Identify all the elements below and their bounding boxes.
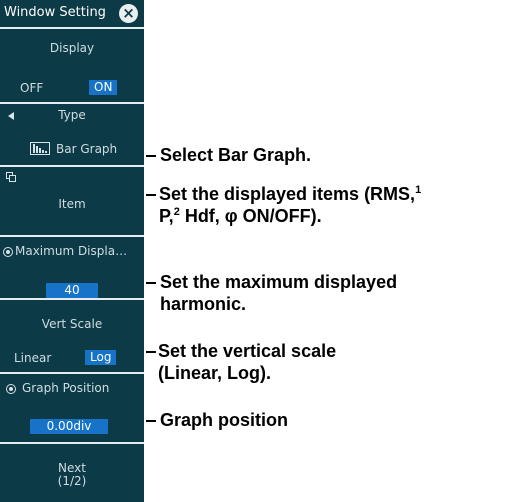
display-on-option[interactable]: ON [89,80,118,95]
next-label: Next [58,461,86,475]
leader-line [146,282,156,284]
vert-scale-linear-option[interactable]: Linear [14,351,51,365]
display-label: Display [49,41,95,55]
annotation-max-line1: Set the maximum displayed [160,272,398,292]
vert-scale-section[interactable]: Vert Scale Linear Log [0,300,144,372]
title-bar: Window Setting × [0,0,144,26]
display-off-option[interactable]: OFF [20,81,43,95]
maximum-display-section[interactable]: Maximum Displa… 40 [0,237,144,298]
type-section[interactable]: Type Bar Graph [0,104,144,165]
item-label: Item [58,197,86,211]
graph-position-label: Graph Position [22,381,110,395]
leader-line [146,420,156,422]
item-section[interactable]: Item [0,167,144,235]
annotation-max-line2: harmonic. [160,294,247,314]
maximum-display-label: Maximum Displa… [15,244,128,258]
bar-graph-icon [30,142,50,155]
annotation-scale-line1: Set the vertical scale [158,341,337,361]
window-setting-panel: Window Setting × Display OFF ON Type Bar… [0,0,144,502]
annotation-scale-line2: (Linear, Log). [158,363,272,383]
leader-line [146,351,156,353]
submenu-icon [6,172,16,182]
annotation-item-line2: P,2 Hdf, φ ON/OFF). [159,206,322,226]
annotation-item-line1: Set the displayed items (RMS,1 [159,184,422,204]
radio-icon [6,384,16,394]
close-icon[interactable]: × [119,4,138,23]
next-page-indicator: (1/2) [57,474,87,488]
annotation-position: Graph position [160,410,288,430]
radio-icon [3,247,13,257]
type-label: Type [58,108,86,122]
panel-title: Window Setting [4,5,106,20]
annotation-type: Select Bar Graph. [160,145,312,165]
leader-line [146,194,156,196]
next-button[interactable]: Next (1/2) [0,444,144,502]
vert-scale-label: Vert Scale [41,317,103,331]
leader-line [146,155,156,157]
type-value: Bar Graph [56,142,118,156]
graph-position-value[interactable]: 0.00div [30,419,108,434]
maximum-display-value[interactable]: 40 [46,283,98,298]
vert-scale-log-option[interactable]: Log [85,350,117,365]
display-section[interactable]: Display OFF ON [0,29,144,102]
graph-position-section[interactable]: Graph Position 0.00div [0,374,144,442]
